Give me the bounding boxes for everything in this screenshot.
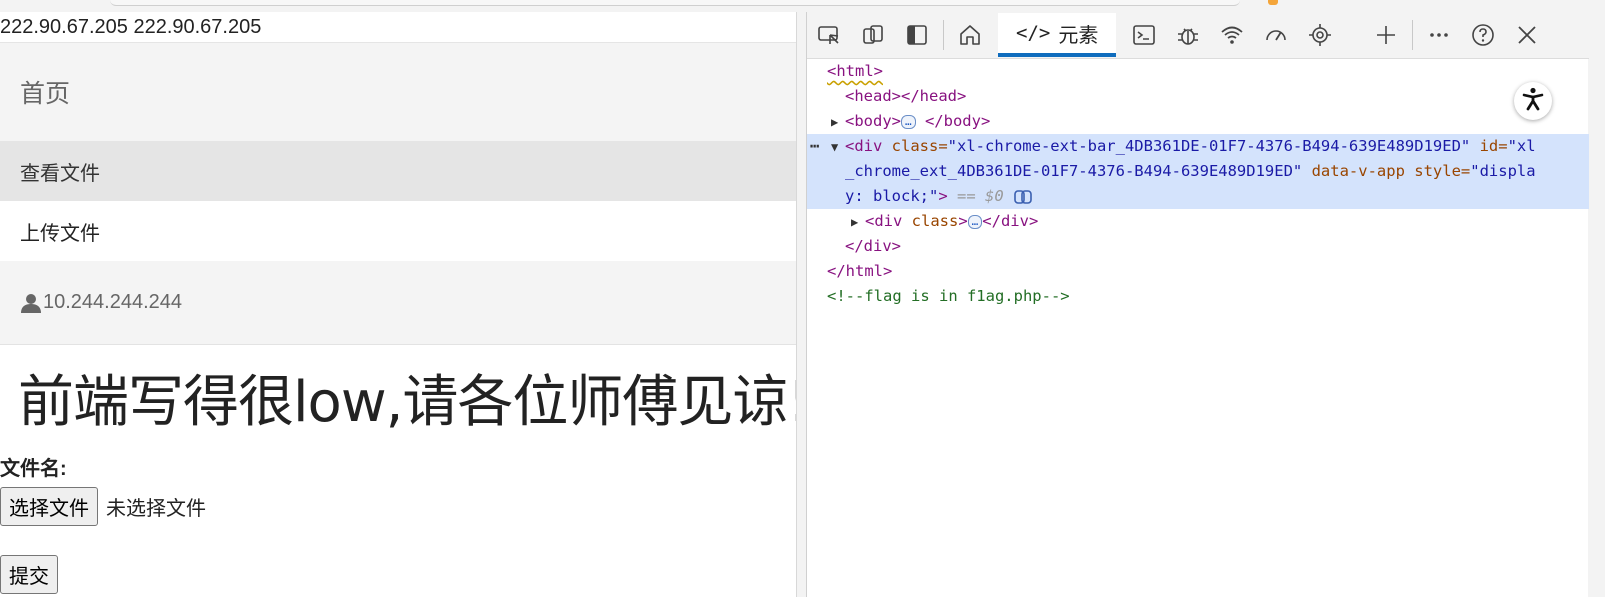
device-emulation-icon[interactable] [851, 13, 895, 57]
user-icon [20, 292, 42, 314]
div-open-bracket-close: > [938, 187, 948, 205]
nav-view-files[interactable]: 查看文件 [0, 141, 796, 201]
collapsed-children-icon[interactable]: … [901, 114, 916, 129]
dom-node-div-selected[interactable]: ⋯ ▼ <div class="xl-chrome-ext-bar_4DB361D… [807, 134, 1589, 159]
dom-tree: <html> <head></head> ▶ <body>… </body> ⋯ … [807, 59, 1589, 309]
inner-div-open: <div [865, 212, 903, 230]
div-style-attr: style= [1404, 162, 1471, 180]
submit-button[interactable]: 提交 [0, 555, 58, 594]
nav-upload-files[interactable]: 上传文件 [0, 201, 796, 261]
head-tag: <head></head> [845, 87, 967, 105]
user-ip-label: 10.244.244.244 [43, 291, 183, 313]
div-id-value-end: _chrome_ext_4DB361DE-01F7-4376-B494-639E… [845, 162, 1303, 180]
div-open-tag: <div [845, 137, 883, 155]
help-icon[interactable] [1461, 13, 1505, 57]
code-icon: </> [1016, 22, 1051, 44]
div-class-attr: class= [882, 137, 948, 155]
dom-node-div-selected-wrap-2[interactable]: y: block;"> == $0 [807, 184, 1589, 209]
copilot-icon[interactable] [1013, 187, 1033, 205]
tab-elements-label: 元素 [1058, 24, 1099, 47]
body-close-tag: </body> [924, 112, 991, 130]
inner-div-class-attr: class [902, 212, 959, 230]
div-id-value-start: "xl [1507, 137, 1536, 155]
dom-node-head[interactable]: <head></head> [807, 84, 1589, 109]
collapse-triangle-icon[interactable]: ▼ [831, 135, 845, 160]
dom-node-html-close[interactable]: </html> [807, 259, 1589, 284]
dock-side-icon[interactable] [895, 13, 939, 57]
expand-triangle-icon[interactable]: ▶ [831, 110, 845, 135]
nav-home[interactable]: 首页 [0, 42, 796, 141]
close-icon[interactable] [1505, 13, 1549, 57]
inner-div-close: </div> [982, 212, 1039, 230]
nav-menu: 首页 查看文件 上传文件 10.244.244.244 [0, 42, 796, 345]
file-name-label: 文件名: [0, 458, 67, 480]
accessibility-button[interactable] [1514, 82, 1552, 120]
dom-node-inner-div[interactable]: ▶ <div class>… </div> [807, 209, 1589, 234]
add-tool-icon[interactable] [1364, 13, 1408, 57]
dom-node-div-selected-wrap-1[interactable]: _chrome_ext_4DB361DE-01F7-4376-B494-639E… [807, 159, 1589, 184]
dom-node-comment[interactable]: <!--flag is in f1ag.php--> [807, 284, 1589, 309]
home-icon[interactable] [948, 13, 992, 57]
settings-chip-icon[interactable] [1298, 13, 1342, 57]
div-class-value: "xl-chrome-ext-bar_4DB361DE-01F7-4376-B4… [947, 137, 1471, 155]
div-data-attr: data-v-app [1302, 162, 1405, 180]
toolbar-divider-2 [1412, 20, 1414, 50]
devtools-panel: </> 元素 <html> <head></head> ▶ <body> … <… [806, 12, 1589, 597]
wifi-icon[interactable] [1210, 13, 1254, 57]
dom-node-html[interactable]: <html> [807, 59, 1589, 84]
nav-user[interactable]: 10.244.244.244 [0, 261, 796, 345]
devtools-toolbar: </> 元素 [807, 12, 1589, 59]
more-options-icon[interactable] [1417, 13, 1461, 57]
file-input-row: 选择文件 未选择文件 [0, 487, 206, 526]
node-actions-icon[interactable]: ⋯ [810, 134, 819, 159]
toolbar-divider [943, 20, 944, 50]
dom-node-div-end[interactable]: </div> [807, 234, 1589, 259]
tab-elements[interactable]: </> 元素 [998, 13, 1117, 57]
flag-comment: <!--flag is in f1ag.php--> [827, 287, 1070, 305]
html-open-tag: <html> [827, 62, 883, 80]
bug-icon[interactable] [1166, 13, 1210, 57]
performance-icon[interactable] [1254, 13, 1298, 57]
div-style-value-end: y: block;" [845, 187, 939, 205]
inner-div-gt: > [958, 212, 968, 230]
div-end-tag: </div> [845, 237, 901, 255]
html-close-tag: </html> [827, 262, 893, 280]
div-id-attr: id= [1470, 137, 1508, 155]
div-style-value-start: "displa [1470, 162, 1536, 180]
no-file-chosen-text: 未选择文件 [106, 498, 206, 520]
web-page: 222.90.67.205 222.90.67.205 首页 查看文件 上传文件… [0, 12, 797, 597]
extension-indicator [1268, 0, 1278, 5]
ip-address-text: 222.90.67.205 222.90.67.205 [0, 16, 262, 38]
browser-toolbar-edge [110, 0, 1240, 6]
dollar-zero-marker: == $0 [957, 187, 1004, 205]
collapsed-children-icon-2[interactable]: … [967, 214, 983, 229]
page-heading: 前端写得很low,请各位师傅见谅! [18, 370, 797, 435]
choose-file-button[interactable]: 选择文件 [0, 487, 98, 526]
accessibility-icon [1520, 86, 1546, 117]
body-open-tag: <body> [845, 112, 901, 130]
inspect-element-icon[interactable] [807, 13, 851, 57]
expand-triangle-icon-2[interactable]: ▶ [851, 210, 865, 235]
console-icon[interactable] [1122, 13, 1166, 57]
dom-node-body[interactable]: ▶ <body>… </body> [807, 109, 1589, 134]
